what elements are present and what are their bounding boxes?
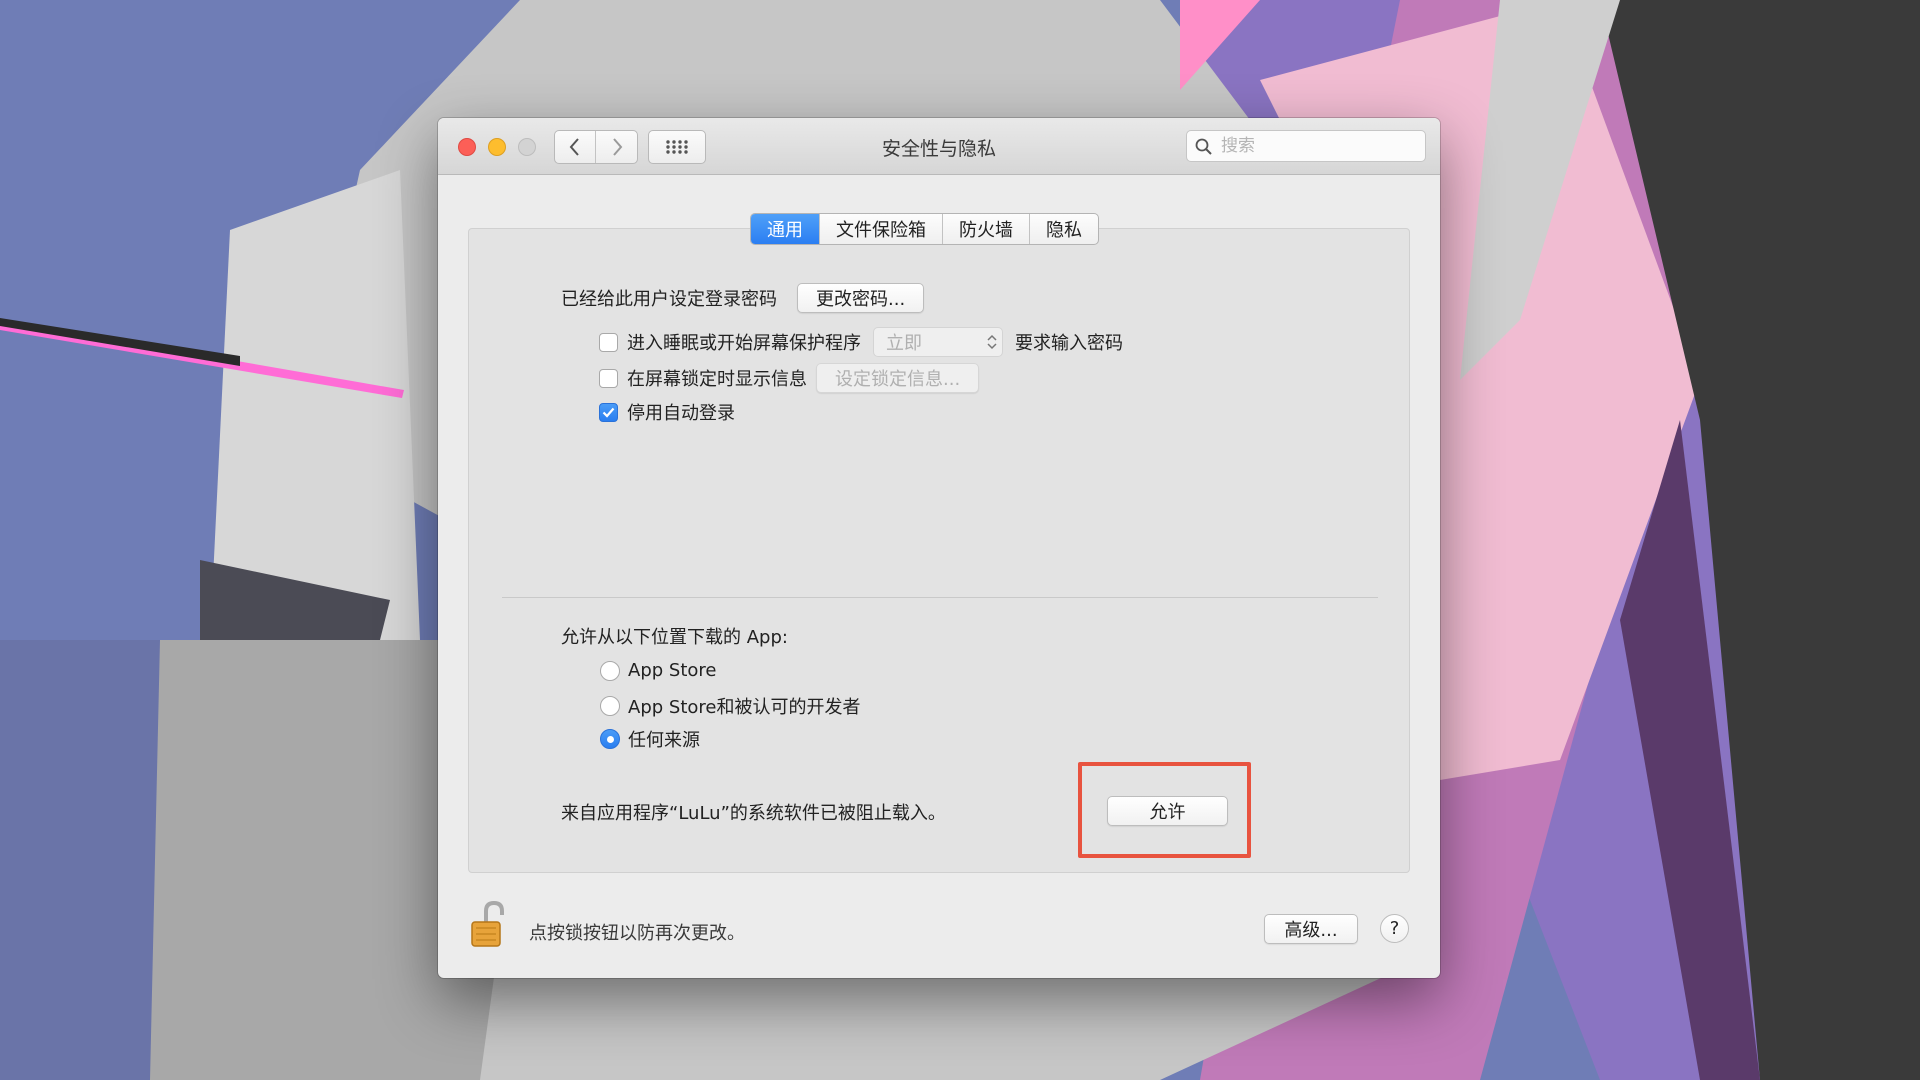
tab-general[interactable]: 通用 xyxy=(751,214,819,244)
allow-button[interactable]: 允许 xyxy=(1107,796,1228,826)
login-password-text: 已经给此用户设定登录密码 xyxy=(561,289,777,310)
tab-content-panel xyxy=(468,228,1410,873)
radio-app-store-label: App Store xyxy=(628,660,717,681)
disable-auto-login-checkbox[interactable] xyxy=(599,402,618,422)
search-icon xyxy=(1195,138,1212,155)
radio-option-app-store[interactable]: App Store xyxy=(600,660,716,681)
title-bar: 安全性与隐私 xyxy=(438,118,1440,175)
tab-bar: 通用 文件保险箱 防火墙 隐私 xyxy=(750,213,1099,245)
tab-privacy[interactable]: 隐私 xyxy=(1029,214,1098,244)
blocked-software-message: 来自应用程序“LuLu”的系统软件已被阻止载入。 xyxy=(561,803,946,824)
require-password-checkbox[interactable] xyxy=(599,332,618,352)
updown-chevron-icon xyxy=(982,333,1002,351)
lock-message-row: 点按锁按钮以防再次更改。 xyxy=(529,919,745,945)
disable-auto-login-row: 停用自动登录 xyxy=(599,399,735,425)
radio-app-store[interactable] xyxy=(600,660,620,681)
downloads-heading-row: 允许从以下位置下载的 App: xyxy=(561,623,788,649)
advanced-button[interactable]: 高级... xyxy=(1264,914,1358,944)
search-input[interactable] xyxy=(1221,135,1417,157)
require-password-label: 进入睡眠或开始屏幕保护程序 xyxy=(627,333,861,354)
set-lock-message-button[interactable]: 设定锁定信息... xyxy=(816,363,980,393)
radio-option-anywhere[interactable]: 任何来源 xyxy=(600,726,700,752)
tab-firewall[interactable]: 防火墙 xyxy=(942,214,1029,244)
require-password-suffix: 要求输入密码 xyxy=(1015,333,1123,354)
show-message-checkbox[interactable] xyxy=(599,368,618,388)
section-divider xyxy=(502,597,1378,598)
search-field[interactable] xyxy=(1186,130,1426,162)
checkmark-icon xyxy=(602,407,615,418)
allow-button-wrapper: 允许 xyxy=(1107,796,1228,826)
tab-filevault[interactable]: 文件保险箱 xyxy=(819,214,942,244)
show-message-row: 在屏幕锁定时显示信息 设定锁定信息... xyxy=(599,363,980,393)
radio-anywhere-label: 任何来源 xyxy=(628,730,700,751)
login-password-row: 已经给此用户设定登录密码 更改密码... xyxy=(561,283,925,313)
downloads-heading: 允许从以下位置下载的 App: xyxy=(561,627,788,648)
radio-identified-developers[interactable] xyxy=(600,696,620,716)
help-button[interactable]: ? xyxy=(1380,914,1409,943)
require-password-row: 进入睡眠或开始屏幕保护程序 立即 要求输入密码 xyxy=(599,327,1123,357)
require-password-delay-select[interactable]: 立即 xyxy=(873,327,1003,357)
blocked-software-row: 来自应用程序“LuLu”的系统软件已被阻止载入。 xyxy=(561,799,946,825)
lock-message-text: 点按锁按钮以防再次更改。 xyxy=(529,923,745,944)
radio-anywhere[interactable] xyxy=(600,729,620,749)
show-message-label: 在屏幕锁定时显示信息 xyxy=(627,369,807,390)
radio-identified-developers-label: App Store和被认可的开发者 xyxy=(628,697,861,718)
radio-option-identified-developers[interactable]: App Store和被认可的开发者 xyxy=(600,693,860,719)
unlocked-padlock-icon[interactable] xyxy=(468,900,516,950)
require-password-delay-value: 立即 xyxy=(886,333,922,354)
change-password-button[interactable]: 更改密码... xyxy=(797,283,925,313)
security-privacy-window: 安全性与隐私 通用 文件保险箱 防火墙 隐私 xyxy=(438,118,1440,978)
disable-auto-login-label: 停用自动登录 xyxy=(627,403,735,424)
advanced-button-wrapper: 高级... xyxy=(1264,914,1358,944)
